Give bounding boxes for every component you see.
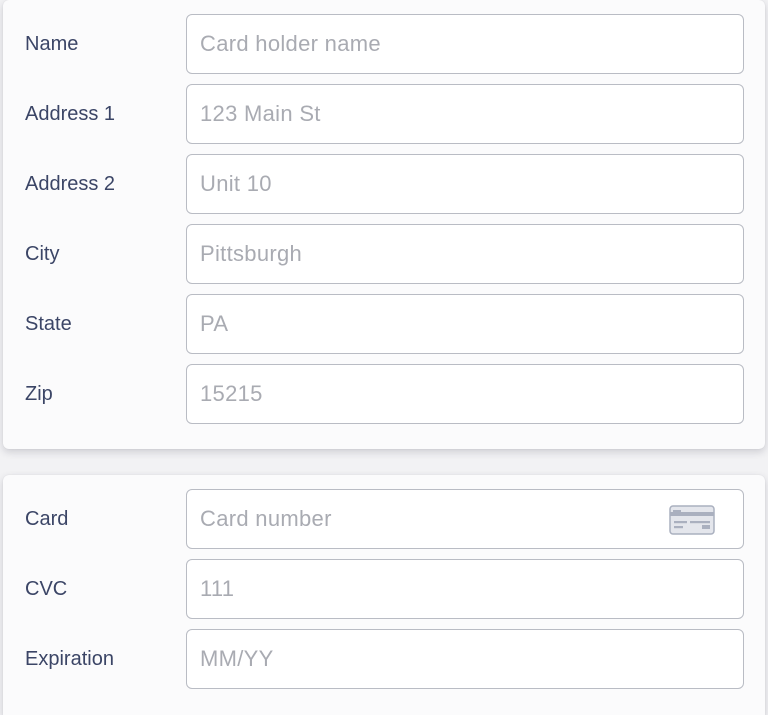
address1-row: Address 1 xyxy=(3,84,765,144)
name-input[interactable] xyxy=(186,14,744,74)
name-label: Name xyxy=(25,33,79,55)
card-label: Card xyxy=(25,508,69,530)
expiration-input[interactable] xyxy=(186,629,744,689)
cvc-row: CVC xyxy=(3,559,765,619)
address2-input[interactable] xyxy=(186,154,744,214)
zip-row: Zip xyxy=(3,364,765,424)
address2-label: Address 2 xyxy=(25,173,116,195)
expiration-row: Expiration xyxy=(3,629,765,689)
zip-label: Zip xyxy=(25,383,53,405)
city-row: City xyxy=(3,224,765,284)
state-label: State xyxy=(25,313,72,335)
billing-address-panel: Name Address 1 Address 2 City State Zip xyxy=(3,0,765,449)
city-label: City xyxy=(25,243,60,265)
address1-label: Address 1 xyxy=(25,103,116,125)
expiration-label: Expiration xyxy=(25,648,114,670)
address1-input[interactable] xyxy=(186,84,744,144)
card-number-input[interactable] xyxy=(186,489,744,549)
city-input[interactable] xyxy=(186,224,744,284)
cvc-input[interactable] xyxy=(186,559,744,619)
zip-input[interactable] xyxy=(186,364,744,424)
name-row: Name xyxy=(3,14,765,74)
state-input[interactable] xyxy=(186,294,744,354)
card-details-panel: Card CVC Expiration xyxy=(3,475,765,715)
cvc-label: CVC xyxy=(25,578,68,600)
card-row: Card xyxy=(3,489,765,549)
address2-row: Address 2 xyxy=(3,154,765,214)
state-row: State xyxy=(3,294,765,354)
credit-card-icon xyxy=(669,505,715,535)
